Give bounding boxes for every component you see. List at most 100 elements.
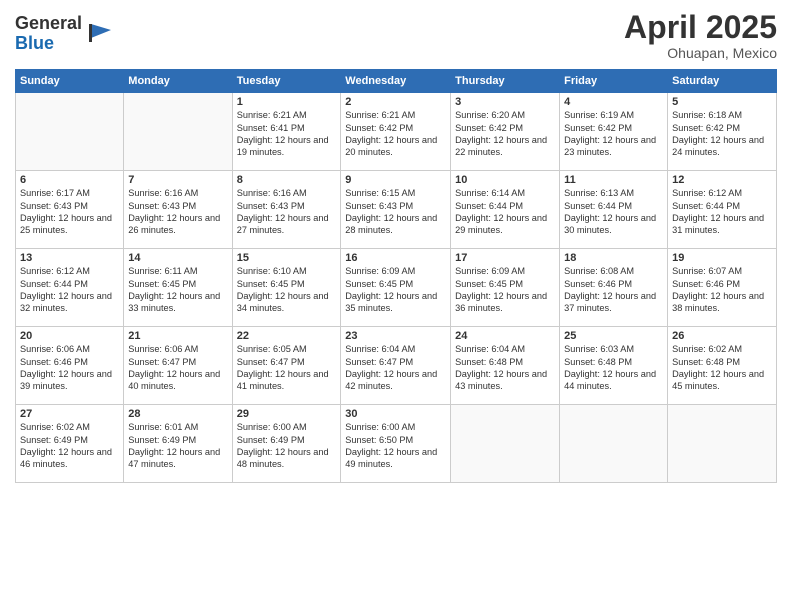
day-info: Sunrise: 6:09 AM Sunset: 6:45 PM Dayligh… [455,265,555,315]
day-info: Sunrise: 6:07 AM Sunset: 6:46 PM Dayligh… [672,265,772,315]
day-info: Sunrise: 6:00 AM Sunset: 6:50 PM Dayligh… [345,421,446,471]
day-info: Sunrise: 6:12 AM Sunset: 6:44 PM Dayligh… [672,187,772,237]
logo-general: General [15,14,82,34]
weekday-header-wednesday: Wednesday [341,70,451,93]
calendar: SundayMondayTuesdayWednesdayThursdayFrid… [15,69,777,483]
day-info: Sunrise: 6:04 AM Sunset: 6:47 PM Dayligh… [345,343,446,393]
day-info: Sunrise: 6:05 AM Sunset: 6:47 PM Dayligh… [237,343,337,393]
calendar-cell [451,405,560,483]
day-info: Sunrise: 6:15 AM Sunset: 6:43 PM Dayligh… [345,187,446,237]
weekday-header-sunday: Sunday [16,70,124,93]
day-info: Sunrise: 6:21 AM Sunset: 6:41 PM Dayligh… [237,109,337,159]
calendar-cell: 20Sunrise: 6:06 AM Sunset: 6:46 PM Dayli… [16,327,124,405]
day-number: 3 [455,96,555,108]
day-info: Sunrise: 6:17 AM Sunset: 6:43 PM Dayligh… [20,187,119,237]
calendar-cell: 22Sunrise: 6:05 AM Sunset: 6:47 PM Dayli… [232,327,341,405]
logo-text: General Blue [15,14,82,54]
day-info: Sunrise: 6:00 AM Sunset: 6:49 PM Dayligh… [237,421,337,471]
calendar-cell: 19Sunrise: 6:07 AM Sunset: 6:46 PM Dayli… [668,249,777,327]
day-info: Sunrise: 6:06 AM Sunset: 6:47 PM Dayligh… [128,343,227,393]
day-number: 11 [564,174,663,186]
weekday-header-friday: Friday [560,70,668,93]
logo: General Blue [15,14,113,54]
header: General Blue April 2025 Ohuapan, Mexico [15,10,777,61]
week-row-4: 27Sunrise: 6:02 AM Sunset: 6:49 PM Dayli… [16,405,777,483]
day-info: Sunrise: 6:04 AM Sunset: 6:48 PM Dayligh… [455,343,555,393]
calendar-cell: 1Sunrise: 6:21 AM Sunset: 6:41 PM Daylig… [232,93,341,171]
day-info: Sunrise: 6:13 AM Sunset: 6:44 PM Dayligh… [564,187,663,237]
calendar-cell: 14Sunrise: 6:11 AM Sunset: 6:45 PM Dayli… [124,249,232,327]
day-number: 22 [237,330,337,342]
weekday-header-thursday: Thursday [451,70,560,93]
day-number: 24 [455,330,555,342]
day-info: Sunrise: 6:06 AM Sunset: 6:46 PM Dayligh… [20,343,119,393]
calendar-cell: 2Sunrise: 6:21 AM Sunset: 6:42 PM Daylig… [341,93,451,171]
day-number: 30 [345,408,446,420]
weekday-header-monday: Monday [124,70,232,93]
calendar-cell: 6Sunrise: 6:17 AM Sunset: 6:43 PM Daylig… [16,171,124,249]
day-info: Sunrise: 6:09 AM Sunset: 6:45 PM Dayligh… [345,265,446,315]
logo-blue: Blue [15,34,82,54]
day-number: 29 [237,408,337,420]
calendar-cell: 8Sunrise: 6:16 AM Sunset: 6:43 PM Daylig… [232,171,341,249]
week-row-2: 13Sunrise: 6:12 AM Sunset: 6:44 PM Dayli… [16,249,777,327]
day-number: 19 [672,252,772,264]
calendar-cell [668,405,777,483]
weekday-header-saturday: Saturday [668,70,777,93]
calendar-cell: 18Sunrise: 6:08 AM Sunset: 6:46 PM Dayli… [560,249,668,327]
calendar-cell: 3Sunrise: 6:20 AM Sunset: 6:42 PM Daylig… [451,93,560,171]
day-info: Sunrise: 6:01 AM Sunset: 6:49 PM Dayligh… [128,421,227,471]
calendar-cell: 30Sunrise: 6:00 AM Sunset: 6:50 PM Dayli… [341,405,451,483]
weekday-header-row: SundayMondayTuesdayWednesdayThursdayFrid… [16,70,777,93]
page: General Blue April 2025 Ohuapan, Mexico … [0,0,792,612]
day-number: 17 [455,252,555,264]
day-info: Sunrise: 6:12 AM Sunset: 6:44 PM Dayligh… [20,265,119,315]
day-number: 18 [564,252,663,264]
weekday-header-tuesday: Tuesday [232,70,341,93]
day-number: 13 [20,252,119,264]
calendar-cell [124,93,232,171]
calendar-cell: 17Sunrise: 6:09 AM Sunset: 6:45 PM Dayli… [451,249,560,327]
calendar-cell: 21Sunrise: 6:06 AM Sunset: 6:47 PM Dayli… [124,327,232,405]
day-number: 27 [20,408,119,420]
calendar-cell: 24Sunrise: 6:04 AM Sunset: 6:48 PM Dayli… [451,327,560,405]
calendar-cell: 13Sunrise: 6:12 AM Sunset: 6:44 PM Dayli… [16,249,124,327]
day-info: Sunrise: 6:14 AM Sunset: 6:44 PM Dayligh… [455,187,555,237]
day-info: Sunrise: 6:02 AM Sunset: 6:48 PM Dayligh… [672,343,772,393]
day-number: 5 [672,96,772,108]
day-number: 4 [564,96,663,108]
day-number: 2 [345,96,446,108]
calendar-cell: 16Sunrise: 6:09 AM Sunset: 6:45 PM Dayli… [341,249,451,327]
day-info: Sunrise: 6:18 AM Sunset: 6:42 PM Dayligh… [672,109,772,159]
day-number: 9 [345,174,446,186]
calendar-cell: 9Sunrise: 6:15 AM Sunset: 6:43 PM Daylig… [341,171,451,249]
calendar-cell: 10Sunrise: 6:14 AM Sunset: 6:44 PM Dayli… [451,171,560,249]
day-number: 20 [20,330,119,342]
day-info: Sunrise: 6:21 AM Sunset: 6:42 PM Dayligh… [345,109,446,159]
week-row-0: 1Sunrise: 6:21 AM Sunset: 6:41 PM Daylig… [16,93,777,171]
day-number: 15 [237,252,337,264]
day-number: 10 [455,174,555,186]
calendar-cell: 11Sunrise: 6:13 AM Sunset: 6:44 PM Dayli… [560,171,668,249]
day-info: Sunrise: 6:03 AM Sunset: 6:48 PM Dayligh… [564,343,663,393]
calendar-cell: 7Sunrise: 6:16 AM Sunset: 6:43 PM Daylig… [124,171,232,249]
day-number: 8 [237,174,337,186]
day-info: Sunrise: 6:02 AM Sunset: 6:49 PM Dayligh… [20,421,119,471]
title-block: April 2025 Ohuapan, Mexico [624,10,777,61]
day-number: 1 [237,96,337,108]
calendar-cell: 23Sunrise: 6:04 AM Sunset: 6:47 PM Dayli… [341,327,451,405]
day-info: Sunrise: 6:20 AM Sunset: 6:42 PM Dayligh… [455,109,555,159]
calendar-cell: 28Sunrise: 6:01 AM Sunset: 6:49 PM Dayli… [124,405,232,483]
logo-icon [85,20,113,48]
day-number: 26 [672,330,772,342]
calendar-cell: 29Sunrise: 6:00 AM Sunset: 6:49 PM Dayli… [232,405,341,483]
calendar-cell [16,93,124,171]
day-info: Sunrise: 6:11 AM Sunset: 6:45 PM Dayligh… [128,265,227,315]
calendar-cell: 5Sunrise: 6:18 AM Sunset: 6:42 PM Daylig… [668,93,777,171]
calendar-cell: 12Sunrise: 6:12 AM Sunset: 6:44 PM Dayli… [668,171,777,249]
calendar-cell: 15Sunrise: 6:10 AM Sunset: 6:45 PM Dayli… [232,249,341,327]
day-info: Sunrise: 6:10 AM Sunset: 6:45 PM Dayligh… [237,265,337,315]
day-number: 12 [672,174,772,186]
day-number: 6 [20,174,119,186]
day-info: Sunrise: 6:16 AM Sunset: 6:43 PM Dayligh… [237,187,337,237]
